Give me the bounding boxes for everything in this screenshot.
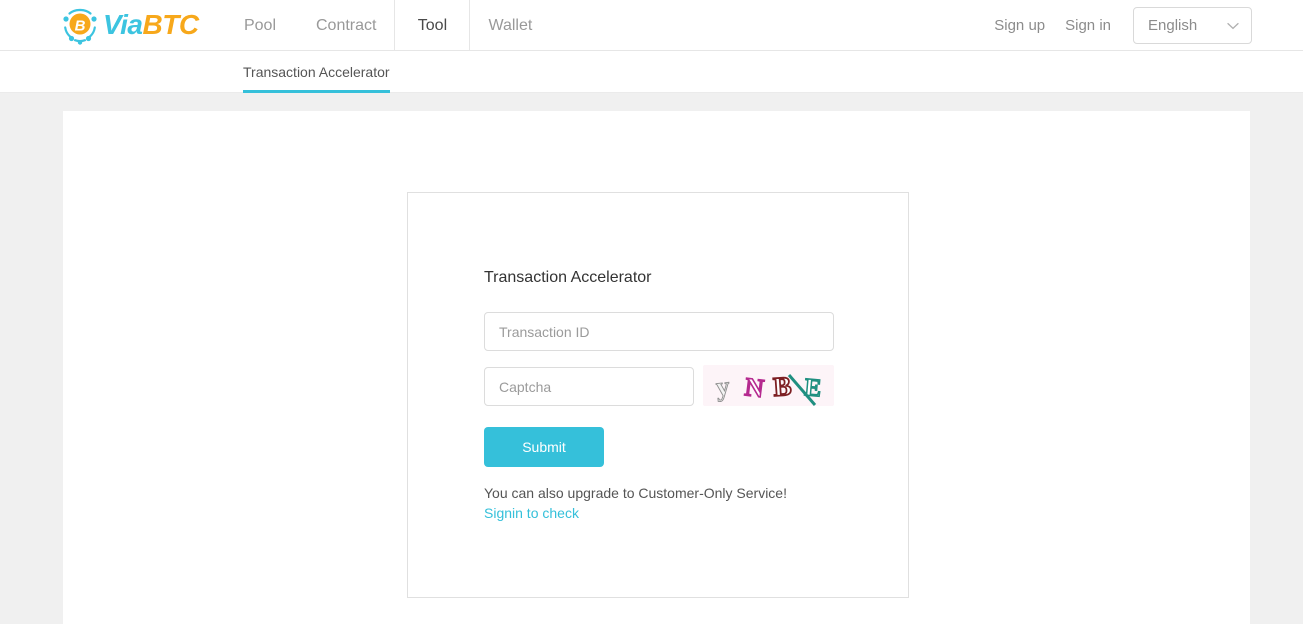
signin-to-check-link[interactable]: Signin to check [484, 505, 579, 521]
logo-text-btc: BTC [142, 9, 200, 40]
captcha-image[interactable]: y N B E [703, 365, 834, 406]
sign-up-link[interactable]: Sign up [984, 17, 1055, 34]
top-header: B ViaBTC Pool Contract Tool Wallet Sign … [0, 0, 1303, 51]
accelerator-form-card: Transaction Accelerator y N B E Submit Y… [407, 192, 909, 598]
nav-item-pool[interactable]: Pool [222, 0, 298, 51]
main-nav: Pool Contract Tool Wallet [222, 0, 550, 51]
page-title: Transaction Accelerator [484, 269, 652, 286]
svg-text:B: B [75, 17, 86, 34]
subnav-item-transaction-accelerator[interactable]: Transaction Accelerator [243, 51, 390, 93]
brand-logo[interactable]: B ViaBTC [60, 4, 199, 46]
svg-text:E: E [803, 374, 822, 402]
logo-text-via: Via [103, 9, 143, 40]
header-actions: Sign up Sign in English [984, 0, 1303, 51]
sign-in-link[interactable]: Sign in [1055, 17, 1121, 34]
content-panel: Transaction Accelerator y N B E Submit Y… [63, 111, 1250, 624]
nav-item-contract[interactable]: Contract [298, 0, 394, 51]
transaction-id-input[interactable] [484, 312, 834, 351]
upgrade-note: You can also upgrade to Customer-Only Se… [484, 485, 787, 501]
chevron-down-icon [1227, 22, 1239, 29]
language-select-label: English [1148, 17, 1198, 34]
captcha-input[interactable] [484, 367, 694, 406]
language-select[interactable]: English [1133, 7, 1252, 44]
submit-button[interactable]: Submit [484, 427, 604, 467]
nav-item-tool[interactable]: Tool [394, 0, 471, 51]
svg-text:N: N [743, 372, 765, 403]
nav-item-wallet[interactable]: Wallet [470, 0, 550, 51]
bitcoin-node-icon: B [63, 8, 97, 45]
sub-nav: Transaction Accelerator [0, 51, 1303, 93]
